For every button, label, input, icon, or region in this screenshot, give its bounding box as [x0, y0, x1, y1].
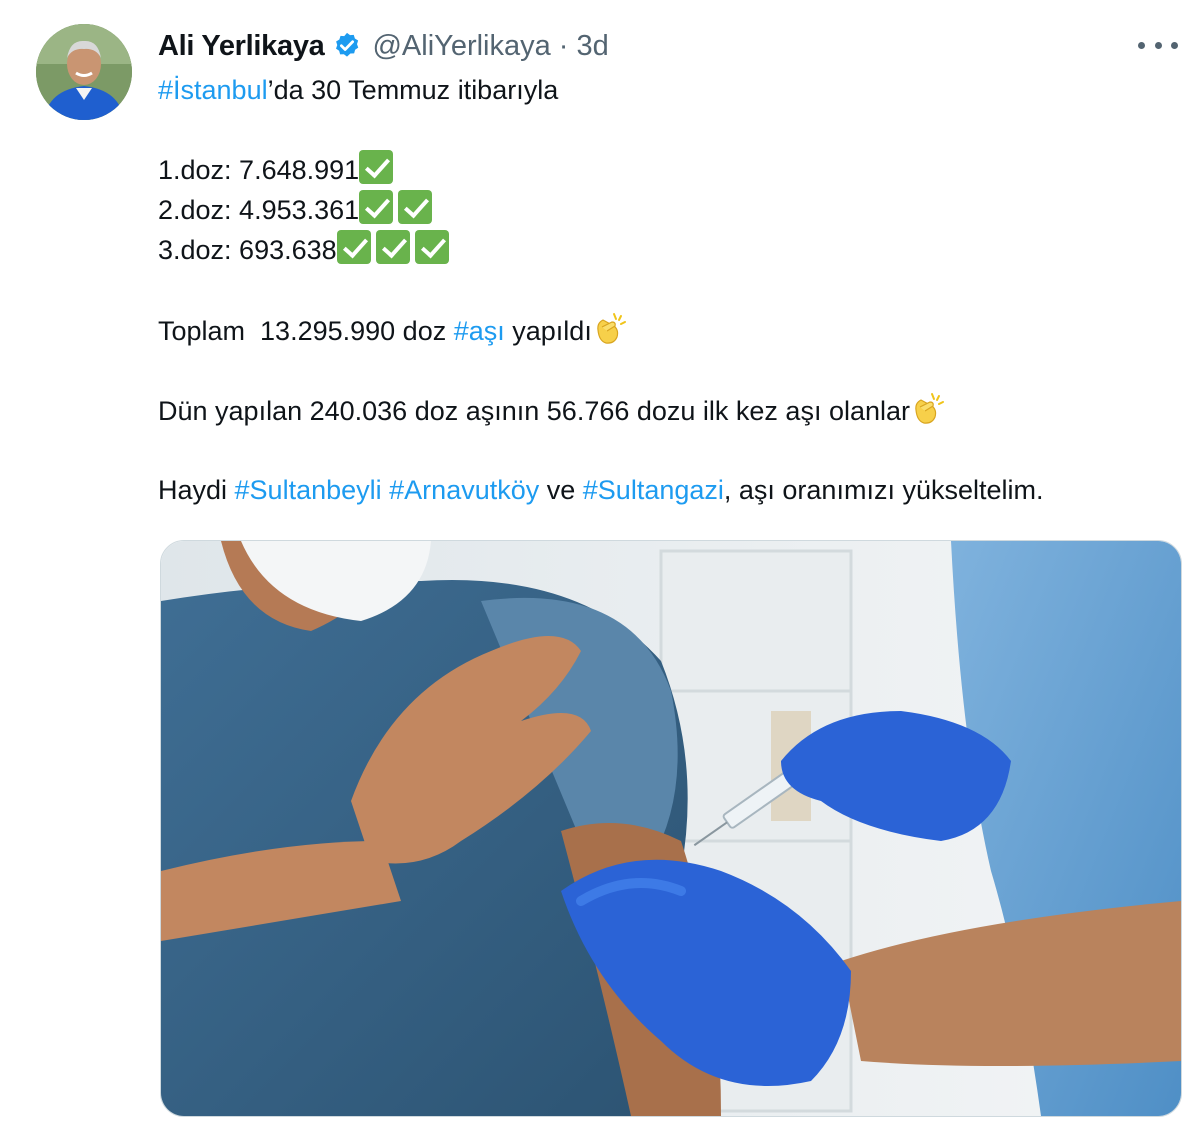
tweet-timestamp[interactable]: 3d: [576, 30, 608, 63]
avatar[interactable]: [36, 24, 132, 120]
call-pre-text: Haydi: [158, 475, 235, 505]
verified-badge-icon: [332, 31, 362, 61]
call-mid-text: ve: [539, 475, 583, 505]
clapping-hands-icon: [910, 390, 948, 428]
tweet-text: #İstanbul’da 30 Temmuz itibarıyla 1.doz:…: [158, 70, 1168, 510]
tweet-header: Ali Yerlikaya @AliYerlikaya · 3d: [158, 26, 609, 66]
hashtag-asi[interactable]: #aşı: [454, 316, 505, 346]
check-mark-button-icon: [375, 230, 410, 264]
hashtag-arnavutkoy[interactable]: #Arnavutköy: [389, 475, 539, 505]
call-to-action-line: Haydi #Sultanbeyli #Arnavutköy ve #Sulta…: [158, 470, 1168, 510]
call-post-text: , aşı oranımızı yükseltelim.: [723, 475, 1044, 505]
hashtag-istanbul[interactable]: #İstanbul: [158, 75, 268, 105]
total-done-text: yapıldı: [504, 316, 592, 346]
total-line: Toplam 13.295.990 doz #aşı yapıldı: [158, 310, 1168, 350]
check-mark-button-icon: [398, 190, 433, 224]
dose1-line: 1.doz: 7.648.991: [158, 150, 1168, 190]
dose2-line: 2.doz: 4.953.361: [158, 190, 1168, 230]
check-mark-button-icon: [359, 190, 394, 224]
dose3-line: 3.doz: 693.638: [158, 230, 1168, 270]
hashtag-sultanbeyli[interactable]: #Sultanbeyli: [235, 475, 382, 505]
check-mark-button-icon: [336, 230, 371, 264]
more-options-icon[interactable]: [1138, 30, 1178, 60]
check-mark-button-icon: [359, 150, 394, 184]
check-mark-button-icon: [414, 230, 449, 264]
intro-text: ’da 30 Temmuz itibarıyla: [267, 75, 559, 105]
text-line-intro: #İstanbul’da 30 Temmuz itibarıyla: [158, 70, 1168, 110]
dose1-text: 1.doz: 7.648.991: [158, 155, 360, 185]
clapping-hands-icon: [592, 310, 630, 348]
author-display-name[interactable]: Ali Yerlikaya: [158, 30, 325, 63]
dose3-text: 3.doz: 693.638: [158, 235, 337, 265]
vaccination-photo: [161, 541, 1181, 1116]
meta-separator: ·: [558, 29, 569, 62]
avatar-image: [36, 24, 132, 120]
dose2-text: 2.doz: 4.953.361: [158, 195, 360, 225]
total-text: Toplam 13.295.990 doz: [158, 316, 454, 346]
tweet-media-photo[interactable]: [160, 540, 1182, 1117]
yesterday-line: Dün yapılan 240.036 doz aşının 56.766 do…: [158, 390, 1168, 430]
yesterday-text: Dün yapılan 240.036 doz aşının 56.766 do…: [158, 396, 911, 426]
author-handle[interactable]: @AliYerlikaya: [372, 30, 550, 63]
hashtag-sultangazi[interactable]: #Sultangazi: [583, 475, 724, 505]
